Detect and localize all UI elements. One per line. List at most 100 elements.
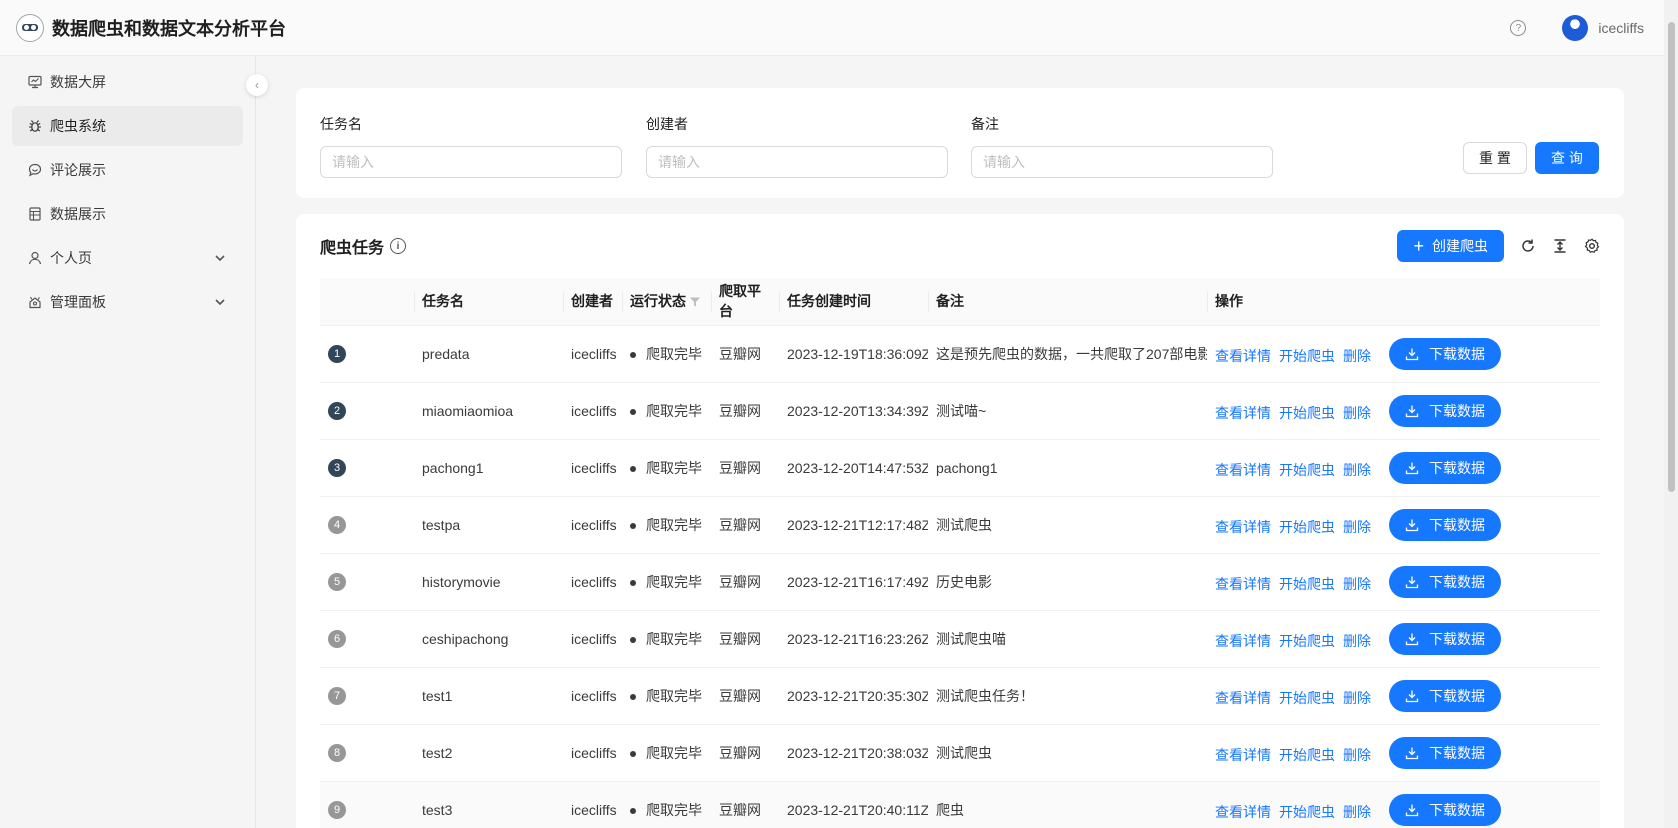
view-detail-link[interactable]: 查看详情 (1215, 348, 1271, 364)
info-circle-icon[interactable]: i (390, 238, 407, 254)
sidebar-item-admin[interactable]: 管理面板 (12, 282, 243, 322)
cell-note: 测试喵~ (928, 382, 1207, 440)
reload-icon[interactable] (1520, 238, 1536, 254)
download-label: 下载数据 (1429, 516, 1485, 533)
cell-name: test3 (414, 781, 563, 828)
cell-status: 爬取完毕 (622, 382, 711, 440)
cell-actions: 查看详情 开始爬虫 删除 下载数据 (1207, 382, 1600, 440)
column-height-icon[interactable] (1552, 238, 1568, 254)
cell-index: 6 (320, 610, 414, 668)
view-detail-link[interactable]: 查看详情 (1215, 405, 1271, 421)
start-crawler-link[interactable]: 开始爬虫 (1279, 348, 1335, 364)
status-text: 爬取完毕 (646, 630, 702, 647)
view-detail-link[interactable]: 查看详情 (1215, 747, 1271, 763)
start-crawler-link[interactable]: 开始爬虫 (1279, 576, 1335, 592)
download-data-button[interactable]: 下载数据 (1389, 679, 1501, 712)
sidebar-item-dashboard[interactable]: 数据大屏 (12, 62, 243, 102)
delete-link[interactable]: 删除 (1343, 405, 1371, 421)
delete-link[interactable]: 删除 (1343, 690, 1371, 706)
status-text: 爬取完毕 (646, 744, 702, 761)
sidebar-item-comments[interactable]: 评论展示 (12, 150, 243, 190)
task-name-input[interactable] (320, 146, 622, 178)
delete-link[interactable]: 删除 (1343, 747, 1371, 763)
download-data-button[interactable]: 下载数据 (1389, 394, 1501, 427)
delete-link[interactable]: 删除 (1343, 462, 1371, 478)
view-detail-link[interactable]: 查看详情 (1215, 804, 1271, 820)
table-row: 7 test1 icecliffs 爬取完毕 豆瓣网 2023-12-21T20… (320, 667, 1600, 725)
column-header-platform: 爬取平台 (711, 278, 779, 326)
search-form: 任务名 创建者 备注 重 置 查 询 (296, 88, 1624, 198)
download-label: 下载数据 (1429, 459, 1485, 476)
view-detail-link[interactable]: 查看详情 (1215, 633, 1271, 649)
delete-link[interactable]: 删除 (1343, 576, 1371, 592)
delete-link[interactable]: 删除 (1343, 519, 1371, 535)
status-dot (630, 579, 636, 586)
download-icon (1405, 804, 1419, 816)
start-crawler-link[interactable]: 开始爬虫 (1279, 633, 1335, 649)
cell-creator: icecliffs (563, 382, 622, 440)
start-crawler-link[interactable]: 开始爬虫 (1279, 405, 1335, 421)
download-data-button[interactable]: 下载数据 (1389, 736, 1501, 769)
sidebar-collapse-button[interactable]: ‹ (246, 74, 268, 96)
note-input[interactable] (971, 146, 1273, 178)
download-label: 下载数据 (1429, 402, 1485, 419)
question-circle-icon[interactable]: ? (1510, 20, 1527, 36)
avatar[interactable] (1562, 15, 1589, 41)
cell-creator: icecliffs (563, 553, 622, 611)
vertical-scrollbar[interactable] (1664, 0, 1678, 828)
start-crawler-link[interactable]: 开始爬虫 (1279, 462, 1335, 478)
view-detail-link[interactable]: 查看详情 (1215, 576, 1271, 592)
app-header: 数据爬虫和数据文本分析平台 ? icecliffs (0, 0, 1664, 56)
row-index-badge: 5 (328, 573, 346, 591)
creator-input[interactable] (646, 146, 948, 178)
view-detail-link[interactable]: 查看详情 (1215, 519, 1271, 535)
create-crawler-button[interactable]: + 创建爬虫 (1397, 230, 1504, 262)
start-crawler-link[interactable]: 开始爬虫 (1279, 690, 1335, 706)
query-button[interactable]: 查 询 (1535, 142, 1599, 174)
delete-link[interactable]: 删除 (1343, 348, 1371, 364)
view-detail-link[interactable]: 查看详情 (1215, 690, 1271, 706)
cell-index: 1 (320, 325, 414, 383)
cell-platform: 豆瓣网 (711, 382, 779, 440)
cell-index: 7 (320, 667, 414, 725)
cell-note: 这是预先爬虫的数据，一共爬取了207部电影 (928, 325, 1207, 383)
download-data-button[interactable]: 下载数据 (1389, 337, 1501, 370)
table-icon (28, 207, 42, 221)
row-index-badge: 2 (328, 402, 346, 420)
scrollbar-thumb[interactable] (1668, 22, 1675, 492)
sidebar-item-profile[interactable]: 个人页 (12, 238, 243, 278)
cell-name: predata (414, 325, 563, 383)
cell-platform: 豆瓣网 (711, 724, 779, 782)
download-data-button[interactable]: 下载数据 (1389, 622, 1501, 655)
delete-link[interactable]: 删除 (1343, 633, 1371, 649)
cell-name: pachong1 (414, 439, 563, 497)
app-title: 数据爬虫和数据文本分析平台 (52, 18, 286, 39)
download-data-button[interactable]: 下载数据 (1389, 793, 1501, 826)
cell-actions: 查看详情 开始爬虫 删除 下载数据 (1207, 724, 1600, 782)
download-data-button[interactable]: 下载数据 (1389, 508, 1501, 541)
reset-button[interactable]: 重 置 (1463, 142, 1527, 174)
cell-created: 2023-12-21T16:17:49Z (779, 553, 928, 611)
username[interactable]: icecliffs (1598, 20, 1644, 36)
plus-icon: + (1413, 236, 1424, 256)
sidebar-item-crawler[interactable]: 爬虫系统 (12, 106, 243, 146)
cell-created: 2023-12-21T20:35:30Z (779, 667, 928, 725)
download-data-button[interactable]: 下载数据 (1389, 451, 1501, 484)
download-icon (1405, 462, 1419, 474)
cell-platform: 豆瓣网 (711, 496, 779, 554)
start-crawler-link[interactable]: 开始爬虫 (1279, 519, 1335, 535)
start-crawler-link[interactable]: 开始爬虫 (1279, 747, 1335, 763)
download-data-button[interactable]: 下载数据 (1389, 565, 1501, 598)
table-body: 1 predata icecliffs 爬取完毕 豆瓣网 2023-12-19T… (320, 325, 1600, 828)
sidebar-item-data[interactable]: 数据展示 (12, 194, 243, 234)
start-crawler-link[interactable]: 开始爬虫 (1279, 804, 1335, 820)
setting-icon[interactable] (1584, 238, 1600, 254)
filter-icon[interactable] (689, 295, 701, 307)
table-row: 5 historymovie icecliffs 爬取完毕 豆瓣网 2023-1… (320, 553, 1600, 611)
cell-creator: icecliffs (563, 781, 622, 828)
row-index-badge: 8 (328, 744, 346, 762)
status-dot (630, 465, 636, 472)
delete-link[interactable]: 删除 (1343, 804, 1371, 820)
column-header-status[interactable]: 运行状态 (622, 278, 711, 326)
view-detail-link[interactable]: 查看详情 (1215, 462, 1271, 478)
